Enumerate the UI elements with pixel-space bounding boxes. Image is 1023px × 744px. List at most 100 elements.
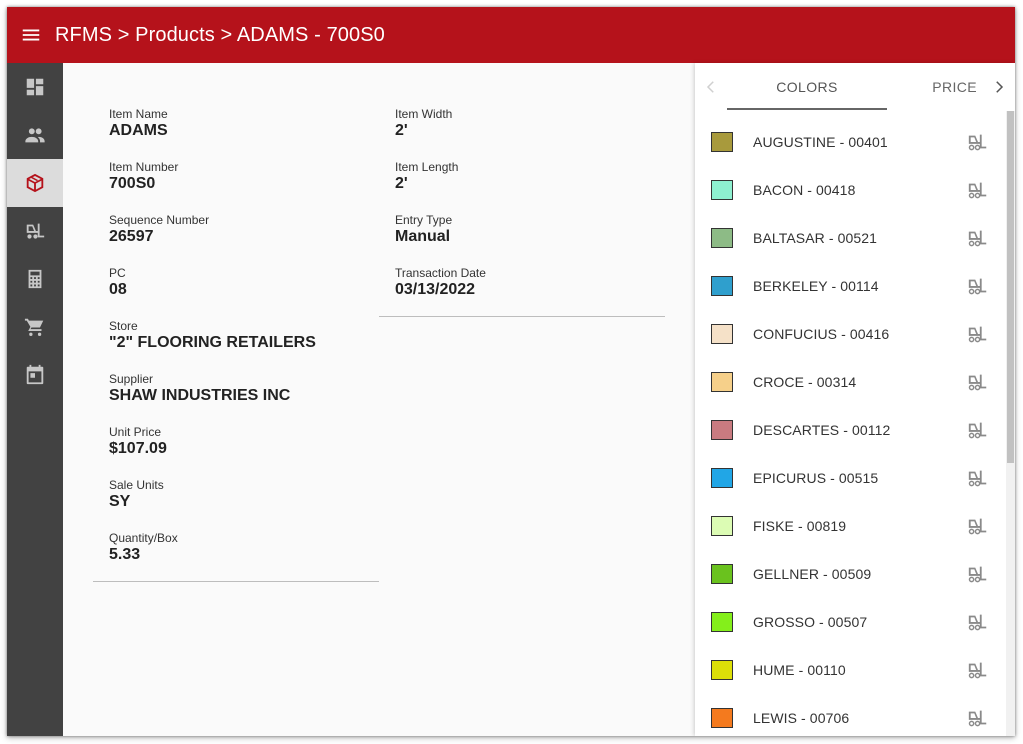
inventory-button[interactable]: [967, 515, 989, 537]
color-row[interactable]: BACON - 00418: [695, 166, 1006, 214]
color-row[interactable]: EPICURUS - 00515: [695, 454, 1006, 502]
field-sequence-number: Sequence Number 26597: [109, 213, 379, 266]
field-value: 03/13/2022: [395, 281, 476, 298]
field-item-length: Item Length 2': [395, 160, 665, 213]
color-row[interactable]: CONFUCIUS - 00416: [695, 310, 1006, 358]
inventory-button[interactable]: [967, 227, 989, 249]
color-name: GELLNER - 00509: [753, 566, 872, 582]
inventory-button[interactable]: [967, 707, 989, 729]
field-value: "2" FLOORING RETAILERS: [109, 334, 316, 351]
field-label: Entry Type: [395, 213, 453, 227]
chevron-right-icon: [996, 81, 1004, 93]
field-value: Manual: [395, 228, 451, 245]
nav-calendar[interactable]: [7, 351, 63, 399]
app-window: RFMS > Products > ADAMS - 700S0 Item Nam…: [7, 7, 1015, 736]
color-row[interactable]: GELLNER - 00509: [695, 550, 1006, 598]
color-row[interactable]: BERKELEY - 00114: [695, 262, 1006, 310]
nav-people[interactable]: [7, 111, 63, 159]
forklift-icon: [968, 710, 987, 727]
page-title: RFMS > Products > ADAMS - 700S0: [55, 23, 385, 46]
field-label: Item Length: [395, 160, 459, 174]
field-value: 5.33: [109, 546, 141, 563]
forklift-icon: [968, 614, 987, 631]
inventory-button[interactable]: [967, 563, 989, 585]
field-entry-type: Entry Type Manual: [395, 213, 665, 266]
field-label: Item Number: [109, 160, 179, 174]
color-list: AUGUSTINE - 00401 BACON - 00418 BALTASAR -…: [695, 118, 1006, 736]
color-name: BACON - 00418: [753, 182, 856, 198]
color-name: CONFUCIUS - 00416: [753, 326, 890, 342]
field-value: 2': [395, 122, 408, 139]
forklift-icon: [968, 470, 987, 487]
scrollbar-thumb[interactable]: [1007, 111, 1014, 463]
color-row[interactable]: LEWIS - 00706: [695, 694, 1006, 736]
field-transaction-date: Transaction Date 03/13/2022: [395, 266, 665, 319]
forklift-icon: [968, 518, 987, 535]
field-label: Quantity/Box: [109, 531, 178, 545]
calendar-icon: [26, 364, 44, 385]
field-supplier: Supplier SHAW INDUSTRIES INC: [109, 372, 379, 425]
tab-colors[interactable]: COLORS: [727, 63, 887, 111]
chevron-left-icon: [706, 81, 714, 93]
field-value: SHAW INDUSTRIES INC: [109, 387, 291, 404]
inventory-button[interactable]: [967, 179, 989, 201]
color-swatch: [711, 564, 733, 584]
field-label: Sequence Number: [109, 213, 210, 227]
nav-products[interactable]: [7, 159, 63, 207]
forklift-icon: [968, 278, 987, 295]
field-label: Supplier: [109, 372, 154, 386]
field-label: Item Name: [109, 107, 168, 121]
color-swatch: [711, 612, 733, 632]
inventory-button[interactable]: [967, 275, 989, 297]
field-value: $107.09: [109, 440, 167, 457]
color-row[interactable]: AUGUSTINE - 00401: [695, 118, 1006, 166]
inventory-button[interactable]: [967, 131, 989, 153]
inventory-button[interactable]: [967, 323, 989, 345]
panel-scrollbar[interactable]: [1006, 111, 1015, 736]
field-sale-units: Sale Units SY: [109, 478, 379, 531]
tabs-scroll-right[interactable]: [983, 63, 1015, 111]
cart-icon: [24, 318, 44, 336]
nav-calculator[interactable]: [7, 255, 63, 303]
tab-price[interactable]: PRICE: [887, 63, 983, 111]
color-row[interactable]: DESCARTES - 00112: [695, 406, 1006, 454]
color-name: CROCE - 00314: [753, 374, 857, 390]
color-row[interactable]: BALTASAR - 00521: [695, 214, 1006, 262]
field-value: 2': [395, 175, 408, 192]
field-label: Transaction Date: [395, 266, 486, 280]
nav-inventory[interactable]: [7, 207, 63, 255]
color-name: BERKELEY - 00114: [753, 278, 879, 294]
tabs-scroll-left[interactable]: [695, 63, 727, 111]
color-row[interactable]: HUME - 00110: [695, 646, 1006, 694]
field-item-number: Item Number 700S0: [109, 160, 379, 213]
color-swatch: [711, 372, 733, 392]
field-label: Item Width: [395, 107, 453, 121]
inventory-button[interactable]: [967, 659, 989, 681]
inventory-button[interactable]: [967, 371, 989, 393]
calculator-icon: [28, 269, 42, 289]
inventory-button[interactable]: [967, 467, 989, 489]
color-row[interactable]: GROSSO - 00507: [695, 598, 1006, 646]
forklift-icon: [968, 374, 987, 391]
field-store: Store "2" FLOORING RETAILERS: [109, 319, 379, 372]
nav-dashboard[interactable]: [7, 63, 63, 111]
color-swatch: [711, 516, 733, 536]
color-name: LEWIS - 00706: [753, 710, 850, 726]
inventory-button[interactable]: [967, 611, 989, 633]
field-value: SY: [109, 493, 131, 510]
details-column-right: Item Width 2' Item Length 2' Entry Type …: [395, 107, 665, 319]
color-swatch: [711, 228, 733, 248]
nav-cart[interactable]: [7, 303, 63, 351]
app-bar: RFMS > Products > ADAMS - 700S0: [7, 7, 1015, 63]
field-label: Store: [109, 319, 138, 333]
field-value: 26597: [109, 228, 154, 245]
color-row[interactable]: FISKE - 00819: [695, 502, 1006, 550]
field-value: 700S0: [109, 175, 156, 192]
color-name: GROSSO - 00507: [753, 614, 868, 630]
sidebar: [7, 63, 63, 736]
inventory-button[interactable]: [967, 419, 989, 441]
menu-button[interactable]: [7, 7, 55, 63]
color-row[interactable]: CROCE - 00314: [695, 358, 1006, 406]
color-swatch: [711, 660, 733, 680]
field-value: 08: [109, 281, 127, 298]
